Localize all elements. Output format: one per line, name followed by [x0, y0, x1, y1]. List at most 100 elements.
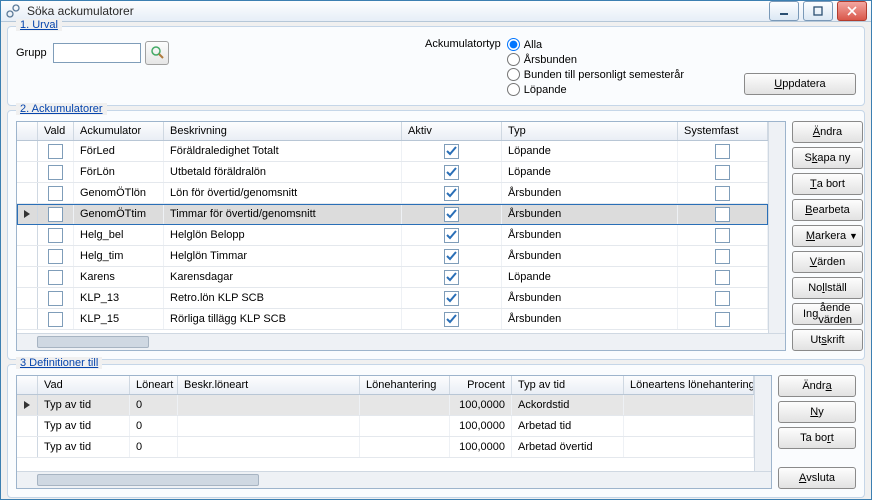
cell-systemfast[interactable] — [678, 162, 768, 182]
window-close-button[interactable] — [837, 1, 867, 21]
utskrift-button[interactable]: Utskrift — [792, 329, 863, 351]
cell-vald[interactable] — [38, 141, 74, 161]
col-loneartens-lh[interactable]: Löneartens lönehantering — [624, 376, 754, 394]
col-typ[interactable]: Typ — [502, 122, 678, 140]
row-header[interactable] — [17, 437, 38, 457]
radio-alla[interactable]: Alla — [507, 38, 684, 51]
def-ta-bort-button[interactable]: Ta bort — [778, 427, 856, 449]
grid-ack-hscroll[interactable] — [17, 333, 785, 350]
radio-input-lopande[interactable] — [507, 83, 520, 96]
col-loneart[interactable]: Löneart — [130, 376, 178, 394]
cell-aktiv[interactable] — [402, 204, 502, 224]
row-header[interactable] — [17, 225, 38, 245]
markera-button[interactable]: Markera▼ — [792, 225, 863, 247]
grupp-lookup-button[interactable] — [145, 41, 169, 65]
row-header[interactable] — [17, 288, 38, 308]
cell-aktiv[interactable] — [402, 162, 502, 182]
table-row[interactable]: KLP_15Rörliga tillägg KLP SCBÅrsbunden — [17, 309, 768, 330]
window-minimize-button[interactable] — [769, 1, 799, 21]
col-typ-av-tid[interactable]: Typ av tid — [512, 376, 624, 394]
table-row[interactable]: KarensKarensdagarLöpande — [17, 267, 768, 288]
col-beskr-loneart[interactable]: Beskr.löneart — [178, 376, 360, 394]
nollstall-button[interactable]: Nollställ — [792, 277, 863, 299]
grupp-input[interactable] — [53, 43, 141, 63]
andra-button[interactable]: Ändra — [792, 121, 863, 143]
col-systemfast[interactable]: Systemfast — [678, 122, 768, 140]
cell-aktiv[interactable] — [402, 246, 502, 266]
row-header[interactable] — [17, 267, 38, 287]
cell-systemfast[interactable] — [678, 267, 768, 287]
table-row[interactable]: Typ av tid0100,0000Arbetad övertid — [17, 437, 754, 458]
cell-aktiv[interactable] — [402, 309, 502, 329]
grid-ack-body[interactable]: FörLedFöräldraledighet TotaltLöpandeFörL… — [17, 141, 768, 333]
grid-def-body[interactable]: Typ av tid0100,0000AckordstidTyp av tid0… — [17, 395, 754, 471]
cell-systemfast[interactable] — [678, 309, 768, 329]
row-header[interactable] — [17, 204, 38, 224]
cell-vald[interactable] — [38, 288, 74, 308]
ingaende-varden-button[interactable]: Ingående värden — [792, 303, 863, 325]
radio-lopande[interactable]: Löpande — [507, 83, 684, 96]
grid-definitioner[interactable]: Vad Löneart Beskr.löneart Lönehantering … — [16, 375, 772, 489]
cell-aktiv[interactable] — [402, 288, 502, 308]
cell-vald[interactable] — [38, 162, 74, 182]
table-row[interactable]: Helg_timHelglön TimmarÅrsbunden — [17, 246, 768, 267]
table-row[interactable]: Helg_belHelglön BeloppÅrsbunden — [17, 225, 768, 246]
col-ackumulator[interactable]: Ackumulator — [74, 122, 164, 140]
table-row[interactable]: GenomÖTlönLön för övertid/genomsnittÅrsb… — [17, 183, 768, 204]
row-header[interactable] — [17, 416, 38, 436]
cell-vald[interactable] — [38, 267, 74, 287]
def-ny-button[interactable]: Ny — [778, 401, 856, 423]
grid-def-vscroll[interactable] — [754, 376, 771, 471]
cell-systemfast[interactable] — [678, 141, 768, 161]
varden-button[interactable]: Värden — [792, 251, 863, 273]
cell-systemfast[interactable] — [678, 204, 768, 224]
radio-input-bunden[interactable] — [507, 68, 520, 81]
table-row[interactable]: FörLedFöräldraledighet TotaltLöpande — [17, 141, 768, 162]
cell-systemfast[interactable] — [678, 288, 768, 308]
cell-aktiv[interactable] — [402, 225, 502, 245]
col-vad[interactable]: Vad — [38, 376, 130, 394]
window-maximize-button[interactable] — [803, 1, 833, 21]
table-row[interactable]: FörLönUtbetald föräldralönLöpande — [17, 162, 768, 183]
row-header[interactable] — [17, 246, 38, 266]
cell-systemfast[interactable] — [678, 225, 768, 245]
row-header[interactable] — [17, 183, 38, 203]
grid-def-hscroll[interactable] — [17, 471, 771, 488]
radio-input-alla[interactable] — [507, 38, 520, 51]
cell-vald[interactable] — [38, 246, 74, 266]
row-header[interactable] — [17, 141, 38, 161]
uppdatera-button[interactable]: Uppdatera — [744, 73, 856, 95]
row-header[interactable] — [17, 395, 38, 415]
cell-aktiv[interactable] — [402, 267, 502, 287]
table-row[interactable]: GenomÖTtimTimmar för övertid/genomsnittÅ… — [17, 204, 768, 225]
avsluta-button[interactable]: Avsluta — [778, 467, 856, 489]
table-row[interactable]: Typ av tid0100,0000Ackordstid — [17, 395, 754, 416]
ta-bort-button[interactable]: Ta bort — [792, 173, 863, 195]
radio-input-arsbunden[interactable] — [507, 53, 520, 66]
cell-vald[interactable] — [38, 309, 74, 329]
cell-vald[interactable] — [38, 225, 74, 245]
cell-aktiv[interactable] — [402, 141, 502, 161]
cell-vald[interactable] — [38, 204, 74, 224]
bearbeta-button[interactable]: Bearbeta — [792, 199, 863, 221]
row-header[interactable] — [17, 162, 38, 182]
cell-systemfast[interactable] — [678, 246, 768, 266]
cell-vald[interactable] — [38, 183, 74, 203]
table-row[interactable]: Typ av tid0100,0000Arbetad tid — [17, 416, 754, 437]
group-ackumulatorer-legend[interactable]: 2. Ackumulatorer — [16, 103, 107, 115]
col-beskrivning[interactable]: Beskrivning — [164, 122, 402, 140]
cell-aktiv[interactable] — [402, 183, 502, 203]
cell-systemfast[interactable] — [678, 183, 768, 203]
col-aktiv[interactable]: Aktiv — [402, 122, 502, 140]
grid-ack-vscroll[interactable] — [768, 122, 785, 333]
group-urval-legend[interactable]: 1. Urval — [16, 19, 62, 31]
col-lonehantering[interactable]: Lönehantering — [360, 376, 450, 394]
col-procent[interactable]: Procent — [450, 376, 512, 394]
table-row[interactable]: KLP_13Retro.lön KLP SCBÅrsbunden — [17, 288, 768, 309]
def-andra-button[interactable]: Ändra — [778, 375, 856, 397]
col-vald[interactable]: Vald — [38, 122, 74, 140]
grid-ackumulatorer[interactable]: Vald Ackumulator Beskrivning Aktiv Typ S… — [16, 121, 786, 351]
row-header[interactable] — [17, 309, 38, 329]
group-definitioner-legend[interactable]: 3 Definitioner till — [16, 357, 102, 369]
radio-bunden[interactable]: Bunden till personligt semesterår — [507, 68, 684, 81]
